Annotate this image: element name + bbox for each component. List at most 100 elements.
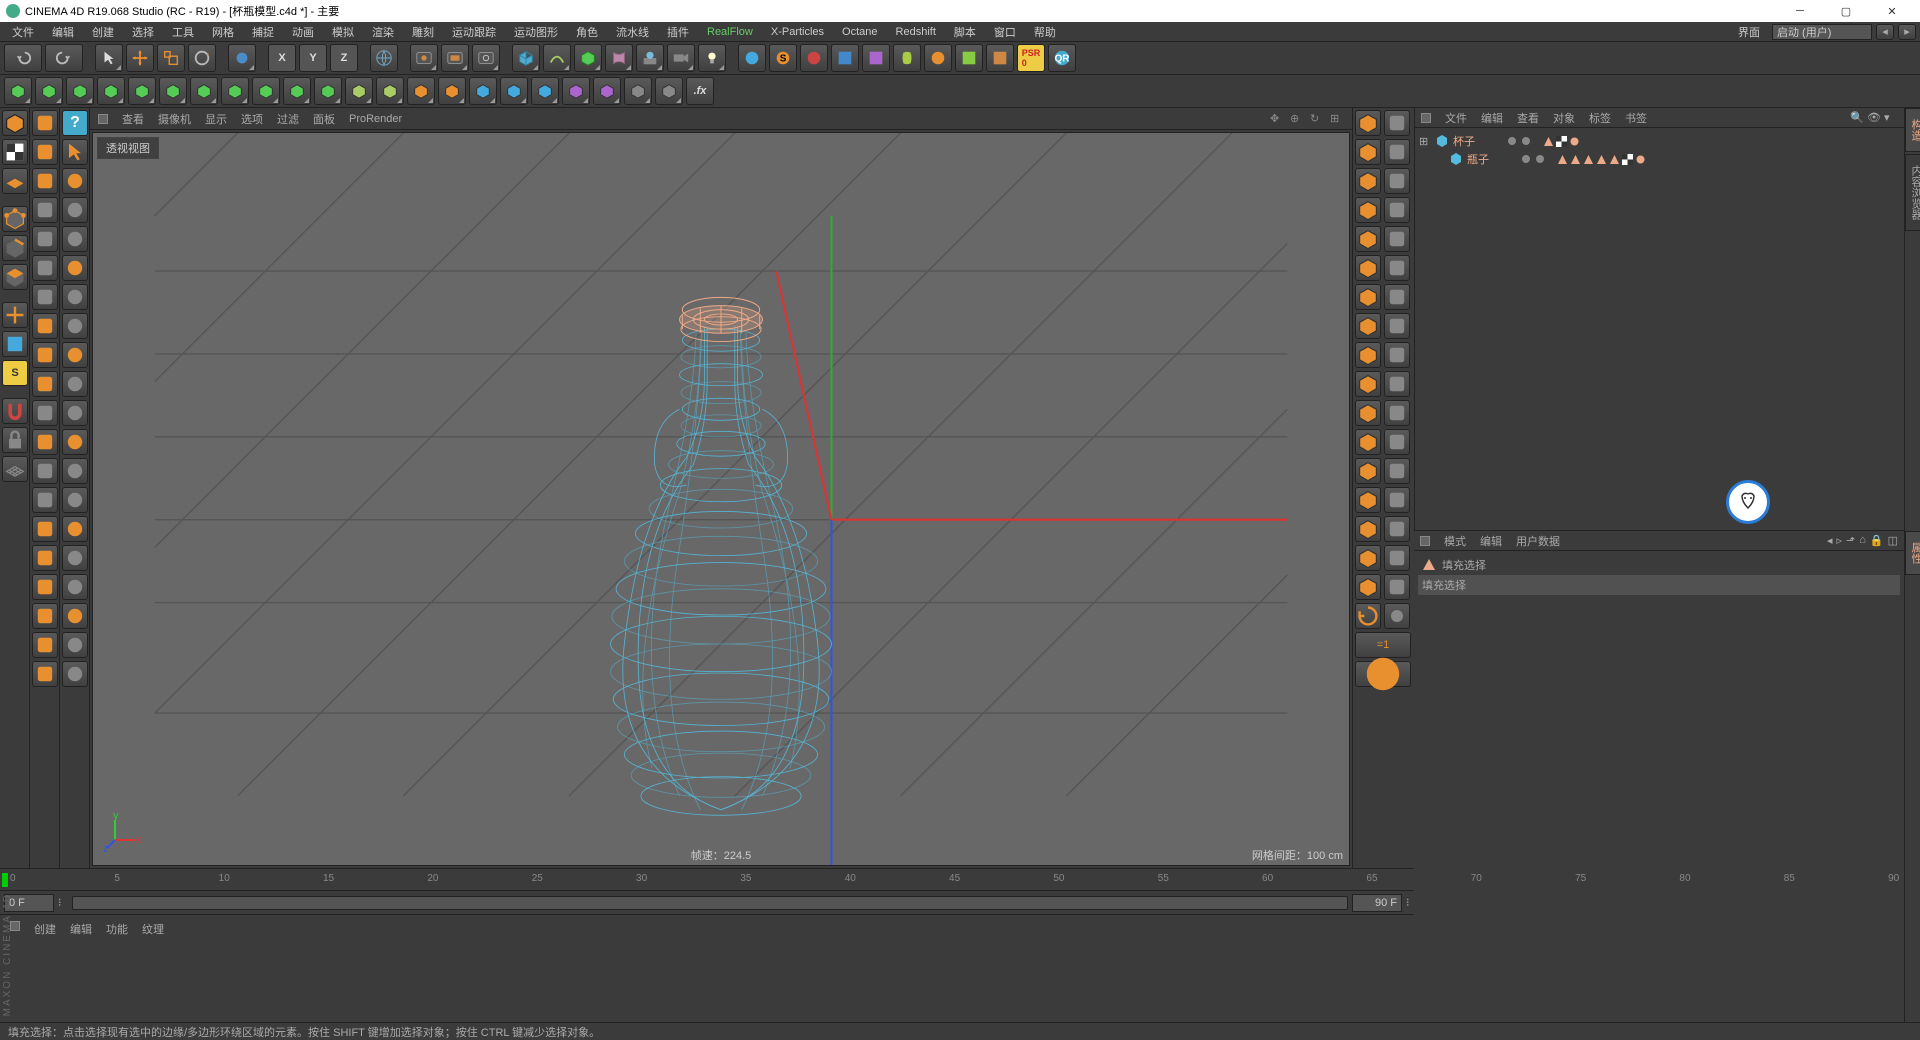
tool2-0[interactable] (4, 77, 32, 105)
am-prev-icon[interactable]: ◂ (1827, 534, 1833, 547)
lp3-15[interactable] (62, 603, 88, 629)
menu-mograph[interactable]: 运动图形 (506, 22, 566, 42)
lp3-6[interactable] (62, 342, 88, 368)
tool2-4[interactable] (128, 77, 156, 105)
menu-snap[interactable]: 捕捉 (244, 22, 282, 42)
arrow-tool[interactable] (62, 139, 88, 165)
lp2-4[interactable] (32, 226, 58, 252)
rp-a15[interactable] (1355, 545, 1381, 571)
rp-a14[interactable] (1355, 516, 1381, 542)
om-eye-icon[interactable]: 👁 (1867, 111, 1881, 125)
tool2-1[interactable] (35, 77, 63, 105)
recycle-button[interactable] (1355, 603, 1381, 629)
plugin7-icon[interactable] (924, 44, 952, 72)
om-view[interactable]: 查看 (1517, 110, 1539, 126)
vp-filter[interactable]: 过滤 (277, 111, 299, 127)
om-object[interactable]: 对象 (1553, 110, 1575, 126)
point-mode-button[interactable] (2, 206, 28, 232)
tool2-14[interactable] (438, 77, 466, 105)
rp-b13[interactable] (1384, 487, 1410, 513)
fx-button[interactable]: .fx (686, 77, 714, 105)
om-edit[interactable]: 编辑 (1481, 110, 1503, 126)
rp-a3[interactable] (1355, 197, 1381, 223)
am-lock-icon[interactable]: 🔒 (1870, 534, 1884, 547)
lp3-9[interactable] (62, 429, 88, 455)
rp-a2[interactable] (1355, 168, 1381, 194)
tool2-10[interactable] (314, 77, 342, 105)
tool2-13[interactable] (407, 77, 435, 105)
primitive-button[interactable] (512, 44, 540, 72)
tab-attributes[interactable]: 属性 (1905, 531, 1920, 575)
vis-icon[interactable] (1507, 136, 1517, 146)
vis-icon[interactable] (1521, 154, 1531, 164)
rp-a7[interactable] (1355, 313, 1381, 339)
render-pv-button[interactable] (441, 44, 469, 72)
am-next-icon[interactable]: ▹ (1837, 534, 1843, 547)
lock-button[interactable] (2, 427, 28, 453)
lp3-14[interactable] (62, 574, 88, 600)
tag-chk[interactable] (1556, 136, 1567, 147)
poly-mode-button[interactable] (2, 264, 28, 290)
mm-func[interactable]: 功能 (106, 921, 128, 937)
tool2-7[interactable] (221, 77, 249, 105)
am-edit[interactable]: 编辑 (1480, 533, 1502, 549)
menu-file[interactable]: 文件 (4, 22, 42, 42)
tool2-20[interactable] (624, 77, 652, 105)
tool2-2[interactable] (66, 77, 94, 105)
menu-sim[interactable]: 模拟 (324, 22, 362, 42)
minimize-button[interactable]: ─ (1778, 0, 1822, 22)
rp-b6[interactable] (1384, 284, 1410, 310)
render-view-button[interactable] (410, 44, 438, 72)
rp-b10[interactable] (1384, 400, 1410, 426)
vp-view[interactable]: 查看 (122, 111, 144, 127)
timeline-ruler[interactable]: 051015202530354045505560657075808590 0 F (0, 868, 1920, 890)
coord-system-button[interactable] (370, 44, 398, 72)
tab-structure[interactable]: 构造 (1905, 108, 1920, 152)
menu-redshift[interactable]: Redshift (888, 24, 944, 40)
vp-panel[interactable]: 面板 (313, 111, 335, 127)
lp2-15[interactable] (32, 545, 58, 571)
rp-a0[interactable] (1355, 110, 1381, 136)
lp2-10[interactable] (32, 400, 58, 426)
rp-a12[interactable] (1355, 458, 1381, 484)
menu-create[interactable]: 创建 (84, 22, 122, 42)
menu-script[interactable]: 脚本 (946, 22, 984, 42)
qr-button[interactable]: QR (1048, 44, 1076, 72)
rp-b12[interactable] (1384, 458, 1410, 484)
lp2-9[interactable] (32, 371, 58, 397)
tag-tri[interactable] (1543, 136, 1554, 147)
menu-tools[interactable]: 工具 (164, 22, 202, 42)
rp-b1[interactable] (1384, 139, 1410, 165)
vp-nav2-icon[interactable]: ⊕ (1290, 112, 1304, 126)
rp-a9[interactable] (1355, 371, 1381, 397)
generator-button[interactable] (574, 44, 602, 72)
x-axis-button[interactable]: X (268, 44, 296, 72)
vis2-icon[interactable] (1535, 154, 1545, 164)
light-button[interactable] (698, 44, 726, 72)
rp-b14[interactable] (1384, 516, 1410, 542)
rp-b8[interactable] (1384, 342, 1410, 368)
lp3-10[interactable] (62, 458, 88, 484)
lp3-0[interactable] (62, 168, 88, 194)
plugin8-icon[interactable] (955, 44, 983, 72)
undo-button[interactable] (4, 44, 42, 72)
tool2-19[interactable] (593, 77, 621, 105)
lp3-1[interactable] (62, 197, 88, 223)
tool2-5[interactable] (159, 77, 187, 105)
rp-b7[interactable] (1384, 313, 1410, 339)
plugin3-icon[interactable] (800, 44, 828, 72)
stepper-icon[interactable]: ⁝ (58, 896, 68, 909)
camera-button[interactable] (667, 44, 695, 72)
menu-xparticles[interactable]: X-Particles (763, 24, 832, 40)
rp-a11[interactable] (1355, 429, 1381, 455)
lp2-14[interactable] (32, 516, 58, 542)
om-handle-icon[interactable] (1421, 113, 1431, 123)
menu-anim[interactable]: 动画 (284, 22, 322, 42)
menu-mesh[interactable]: 网格 (204, 22, 242, 42)
plugin5-icon[interactable] (862, 44, 890, 72)
tool2-8[interactable] (252, 77, 280, 105)
menu-select[interactable]: 选择 (124, 22, 162, 42)
rp-a5[interactable] (1355, 255, 1381, 281)
psr-button[interactable]: PSR0 (1017, 44, 1045, 72)
rp-a8[interactable] (1355, 342, 1381, 368)
